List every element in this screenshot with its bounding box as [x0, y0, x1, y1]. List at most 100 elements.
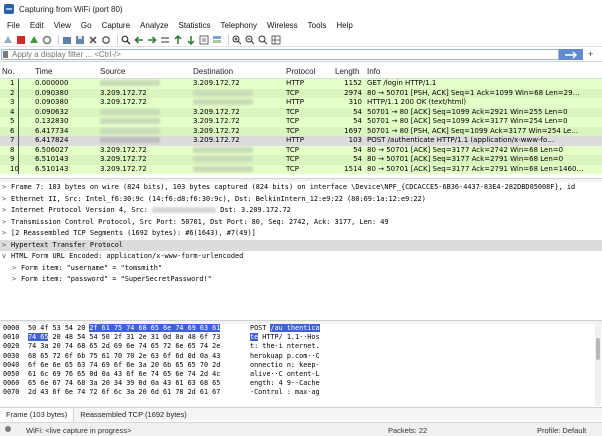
packet-row[interactable]: 1 0.000000 3.209.172.72 HTTP 1152 GET /l… [0, 79, 602, 89]
last-packet-icon[interactable] [186, 35, 196, 45]
open-file-icon[interactable] [62, 35, 72, 45]
status-packets[interactable]: Packets: 22 [388, 426, 427, 435]
packet-row[interactable]: 2 0.090380 3.209.172.72 TCP 2974 80 → 50… [0, 88, 602, 98]
byte-row[interactable]: 0010 74 65 20 48 54 54 50 2f 31 2e 31 0d… [0, 333, 602, 342]
shark-fin-icon[interactable] [3, 35, 13, 45]
conversation-line [18, 155, 19, 165]
detail-ipv4[interactable]: > Internet Protocol Version 4, Src: Dst: … [0, 205, 602, 217]
hex-selected: 2f 61 75 74 68 65 6e 74 69 63 61 [89, 324, 221, 332]
tab-frame-bytes[interactable]: Frame (103 bytes) [0, 407, 75, 422]
normal-size-icon[interactable] [258, 35, 268, 45]
menu-edit[interactable]: Edit [25, 21, 49, 30]
expand-arrow-icon[interactable]: > [12, 274, 21, 286]
zoom-in-icon[interactable] [232, 35, 242, 45]
expand-arrow-icon[interactable]: > [2, 205, 11, 217]
status-profile[interactable]: Profile: Default [537, 426, 586, 435]
packet-row[interactable]: 3 0.090380 3.209.172.72 HTTP 310 HTTP/1.… [0, 98, 602, 108]
autoscroll-icon[interactable] [199, 35, 209, 45]
packet-row[interactable]: 6 6.417734 3.209.172.72 TCP 1697 50701 →… [0, 126, 602, 136]
column-header-protocol[interactable]: Protocol [286, 67, 315, 76]
detail-frame[interactable]: > Frame 7: 103 bytes on wire (824 bits), … [0, 182, 602, 194]
menu-help[interactable]: Help [331, 21, 357, 30]
detail-reassembled[interactable]: > [2 Reassembled TCP Segments (1692 bytes… [0, 228, 602, 240]
filter-bookmark-icon[interactable] [3, 51, 8, 58]
expand-arrow-icon[interactable]: > [2, 182, 11, 194]
colorize-icon[interactable] [212, 35, 222, 45]
reload-icon[interactable] [101, 35, 111, 45]
byte-offset: 0050 [3, 369, 20, 378]
column-header-no[interactable]: No. [2, 67, 14, 76]
byte-ascii: -Control : max-ag [250, 388, 320, 397]
detail-ethernet[interactable]: > Ethernet II, Src: Intel_f6:30:9c (14:f6… [0, 194, 602, 206]
expand-arrow-icon[interactable]: > [2, 217, 11, 229]
packet-destination [193, 165, 253, 175]
add-filter-button[interactable]: + [588, 49, 593, 59]
column-header-length[interactable]: Length [335, 67, 359, 76]
expand-arrow-icon[interactable]: > [2, 194, 11, 206]
resize-columns-icon[interactable] [271, 35, 281, 45]
menu-go[interactable]: Go [76, 21, 97, 30]
menu-file[interactable]: File [2, 21, 25, 30]
byte-row[interactable]: 0020 74 3a 20 74 68 65 2d 69 6e 74 65 72… [0, 342, 602, 351]
menu-capture[interactable]: Capture [97, 21, 135, 30]
column-header-destination[interactable]: Destination [193, 67, 233, 76]
back-arrow-icon[interactable] [134, 35, 144, 45]
byte-row[interactable]: 0030 68 65 72 6f 6b 75 61 70 70 2e 63 6f… [0, 352, 602, 361]
byte-row[interactable]: 0040 6f 6e 6e 65 63 74 69 6f 6e 3a 20 6b… [0, 361, 602, 370]
packet-row-selected[interactable]: 7 6.417824 3.209.172.72 HTTP 103 POST /a… [0, 136, 602, 146]
packet-row[interactable]: 10 6.510143 3.209.172.72 TCP 1514 80 → 5… [0, 164, 602, 175]
bytes-scrollbar-thumb[interactable] [596, 338, 600, 360]
detail-text: [2 Reassembled TCP Segments (1692 bytes)… [11, 229, 256, 237]
first-packet-icon[interactable] [173, 34, 183, 45]
menu-analyze[interactable]: Analyze [135, 21, 173, 30]
save-icon[interactable] [75, 35, 85, 45]
column-header-time[interactable]: Time [35, 67, 52, 76]
packet-info: POST /authenticate HTTP/1.1 (application… [367, 136, 555, 144]
packet-destination [193, 155, 253, 165]
packet-row[interactable]: 9 6.510143 3.209.172.72 TCP 54 80 → 5070… [0, 155, 602, 165]
options-gear-icon[interactable] [42, 35, 52, 45]
status-interface: WiFi: <live capture in progress> [26, 426, 132, 435]
menu-statistics[interactable]: Statistics [174, 21, 216, 30]
packet-row[interactable]: 4 0.090632 3.209.172.72 TCP 54 50701 → 8… [0, 107, 602, 117]
detail-tcp[interactable]: > Transmission Control Protocol, Src Port… [0, 217, 602, 229]
close-file-icon[interactable] [88, 35, 98, 45]
zoom-out-icon[interactable] [245, 35, 255, 45]
tab-reassembled-tcp[interactable]: Reassembled TCP (1692 bytes) [74, 408, 192, 422]
byte-row[interactable]: 0060 65 6e 67 74 68 3a 20 34 39 0d 0a 43… [0, 379, 602, 388]
detail-http[interactable]: > Hypertext Transfer Protocol [0, 239, 602, 252]
byte-row[interactable]: 0050 61 6c 69 76 65 0d 0a 43 6f 6e 74 65… [0, 370, 602, 379]
column-header-info[interactable]: Info [367, 67, 380, 76]
menu-telephony[interactable]: Telephony [216, 21, 262, 30]
restart-icon[interactable] [29, 35, 39, 45]
apply-filter-button[interactable] [559, 49, 583, 60]
toolbar-separator [58, 34, 59, 45]
column-header-source[interactable]: Source [100, 67, 125, 76]
menu-wireless[interactable]: Wireless [262, 21, 303, 30]
byte-row[interactable]: 0000 50 4f 53 54 20 2f 61 75 74 68 65 6e… [0, 324, 602, 333]
detail-form-encoded[interactable]: v HTML Form URL Encoded: application/x-ww… [0, 251, 602, 263]
packet-row[interactable]: 8 6.506027 3.209.172.72 TCP 54 80 → 5070… [0, 145, 602, 155]
bytes-scrollbar[interactable] [595, 324, 601, 406]
ascii-plain-tail: HTTP/ 1.1··Hos [258, 333, 320, 342]
capture-status-icon[interactable] [5, 426, 11, 432]
display-filter-input[interactable] [1, 49, 559, 60]
detail-form-item-password[interactable]: > Form item: "password" = "SuperSecretPas… [0, 274, 602, 286]
expand-arrow-icon[interactable]: > [2, 228, 11, 240]
detail-form-item-username[interactable]: > Form item: "username" = "tomsmith" [0, 263, 602, 275]
collapse-arrow-icon[interactable]: v [2, 251, 11, 263]
find-icon[interactable] [121, 35, 131, 45]
menu-view[interactable]: View [49, 21, 76, 30]
byte-row[interactable]: 0070 2d 43 6f 6e 74 72 6f 6c 3a 20 6d 61… [0, 388, 602, 397]
byte-offset: 0060 [3, 379, 20, 388]
forward-arrow-icon[interactable] [147, 35, 157, 45]
byte-ascii: POST /au thentica [250, 324, 320, 333]
packet-row[interactable]: 5 0.132830 3.209.172.72 TCP 54 50701 → 8… [0, 117, 602, 127]
expand-arrow-icon[interactable]: > [12, 263, 21, 275]
stop-icon[interactable] [16, 35, 26, 45]
menu-tools[interactable]: Tools [303, 21, 332, 30]
expand-arrow-icon[interactable]: > [2, 240, 11, 252]
goto-icon[interactable] [160, 35, 170, 45]
packet-length: 310 [348, 98, 362, 106]
byte-hex: 74 65 20 48 54 54 50 2f 31 2e 31 0d 0a 4… [28, 333, 220, 342]
